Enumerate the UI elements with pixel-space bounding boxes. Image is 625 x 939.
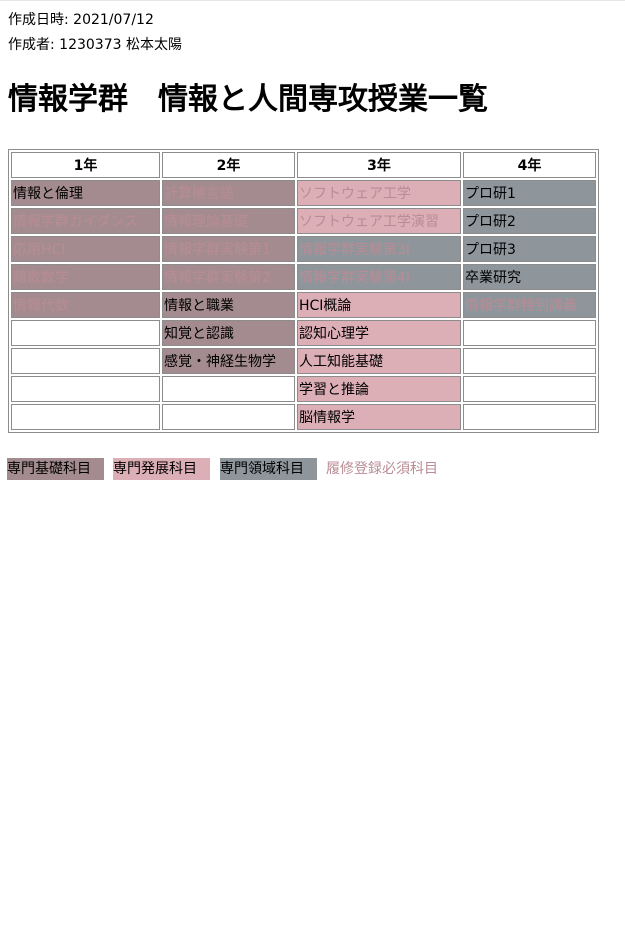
header-year-2: 2年 <box>162 152 295 178</box>
course-cell: プロ研3 <box>463 236 596 262</box>
course-cell <box>463 404 596 430</box>
course-cell: 情報学群ガイダンス <box>11 208 160 234</box>
table-row: 感覚・神経生物学 人工知能基礎 <box>11 348 596 374</box>
course-cell <box>162 404 295 430</box>
table-row: 学習と推論 <box>11 376 596 402</box>
course-cell: 脳情報学 <box>297 404 461 430</box>
course-cell <box>463 376 596 402</box>
table-row: 情報代数 情報と職業 HCI概論 情報学群特別講義 <box>11 292 596 318</box>
course-cell <box>162 376 295 402</box>
page-title: 情報学群 情報と人間専攻授業一覧 <box>8 82 488 117</box>
course-cell <box>11 404 160 430</box>
header-year-1: 1年 <box>11 152 160 178</box>
course-cell: 情報学群実験第4I <box>297 264 461 290</box>
legend-hatten: 専門発展科目 <box>113 458 210 480</box>
course-cell <box>11 320 160 346</box>
course-cell: 応用HCI <box>11 236 160 262</box>
course-cell: 卒業研究 <box>463 264 596 290</box>
course-cell: 感覚・神経生物学 <box>162 348 295 374</box>
header-year-3: 3年 <box>297 152 461 178</box>
course-cell: 情報学群特別講義 <box>463 292 596 318</box>
author: 作成者: 1230373 松本太陽 <box>8 37 182 53</box>
header-year-4: 4年 <box>463 152 596 178</box>
course-cell: 人工知能基礎 <box>297 348 461 374</box>
course-cell <box>11 348 160 374</box>
table-row: 離散数学 情報学群実験第2 情報学群実験第4I 卒業研究 <box>11 264 596 290</box>
created-date: 作成日時: 2021/07/12 <box>8 12 154 28</box>
course-cell: 計算機言語 <box>162 180 295 206</box>
legend-ryoiki: 専門領域科目 <box>220 458 317 480</box>
table-row: 情報学群ガイダンス 情報理論基礎 ソフトウェア工学演習 プロ研2 <box>11 208 596 234</box>
course-cell: 離散数学 <box>11 264 160 290</box>
course-cell: 情報理論基礎 <box>162 208 295 234</box>
course-cell: HCI概論 <box>297 292 461 318</box>
course-cell <box>463 348 596 374</box>
course-cell <box>463 320 596 346</box>
table-row: 脳情報学 <box>11 404 596 430</box>
course-cell: 認知心理学 <box>297 320 461 346</box>
course-cell <box>11 376 160 402</box>
course-cell: ソフトウェア工学 <box>297 180 461 206</box>
course-cell: ソフトウェア工学演習 <box>297 208 461 234</box>
course-cell: 情報と職業 <box>162 292 295 318</box>
course-cell: 情報と倫理 <box>11 180 160 206</box>
course-cell: 情報学群実験第2 <box>162 264 295 290</box>
legend-hissu: 履修登録必須科目 <box>326 461 438 477</box>
table-row: 知覚と認識 認知心理学 <box>11 320 596 346</box>
course-cell: 知覚と認識 <box>162 320 295 346</box>
table-row: 応用HCI 情報学群実験第1 情報学群実験第3I プロ研3 <box>11 236 596 262</box>
course-cell: 学習と推論 <box>297 376 461 402</box>
course-cell: 情報学群実験第3I <box>297 236 461 262</box>
table-row: 情報と倫理 計算機言語 ソフトウェア工学 プロ研1 <box>11 180 596 206</box>
course-table: 1年 2年 3年 4年 情報と倫理 計算機言語 ソフトウェア工学 プロ研1 情報… <box>8 149 599 433</box>
course-cell: プロ研1 <box>463 180 596 206</box>
course-cell: 情報学群実験第1 <box>162 236 295 262</box>
table-header-row: 1年 2年 3年 4年 <box>11 152 596 178</box>
course-cell: プロ研2 <box>463 208 596 234</box>
course-cell: 情報代数 <box>11 292 160 318</box>
legend-kiso: 専門基礎科目 <box>7 458 104 480</box>
